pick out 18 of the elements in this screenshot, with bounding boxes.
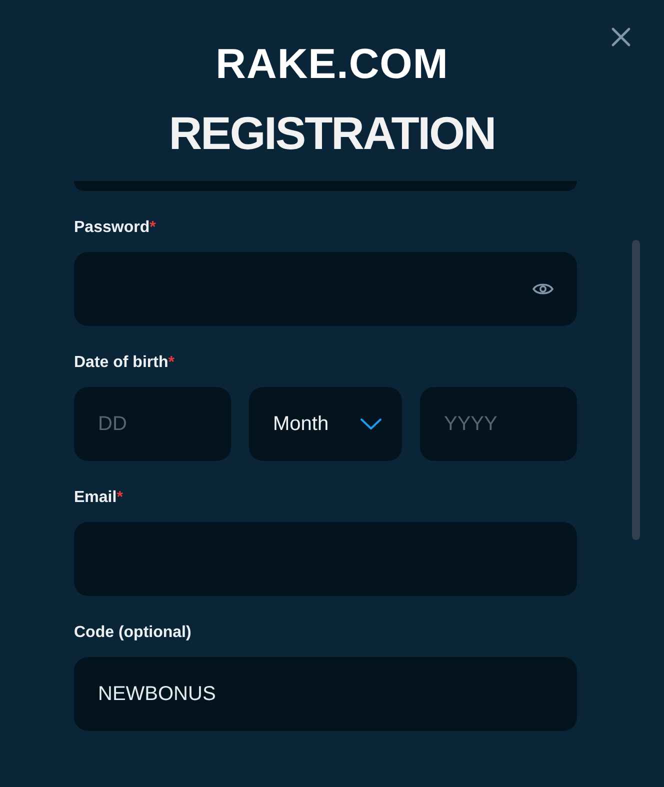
password-field[interactable] xyxy=(74,252,577,326)
dialog-title: REGISTRATION xyxy=(168,110,496,156)
scrollbar-thumb[interactable] xyxy=(632,240,640,540)
eye-icon[interactable] xyxy=(532,281,554,297)
close-icon xyxy=(611,27,631,47)
field-label: Code (optional) xyxy=(74,623,192,643)
input-field[interactable]: YYYY xyxy=(420,387,577,461)
field-label: Email* xyxy=(74,488,124,508)
close-button[interactable] xyxy=(611,27,631,47)
input-field[interactable]: DD xyxy=(74,387,231,461)
field-label: Date of birth* xyxy=(74,353,176,373)
input-field[interactable] xyxy=(74,181,577,191)
dropdown[interactable]: Month xyxy=(249,387,402,461)
chevron-down-icon xyxy=(360,418,382,430)
input-field[interactable]: NEWBONUS xyxy=(74,657,577,731)
logo: RAKE.COM xyxy=(216,43,448,85)
field-label: Password* xyxy=(74,218,157,238)
input-field[interactable] xyxy=(74,522,577,596)
